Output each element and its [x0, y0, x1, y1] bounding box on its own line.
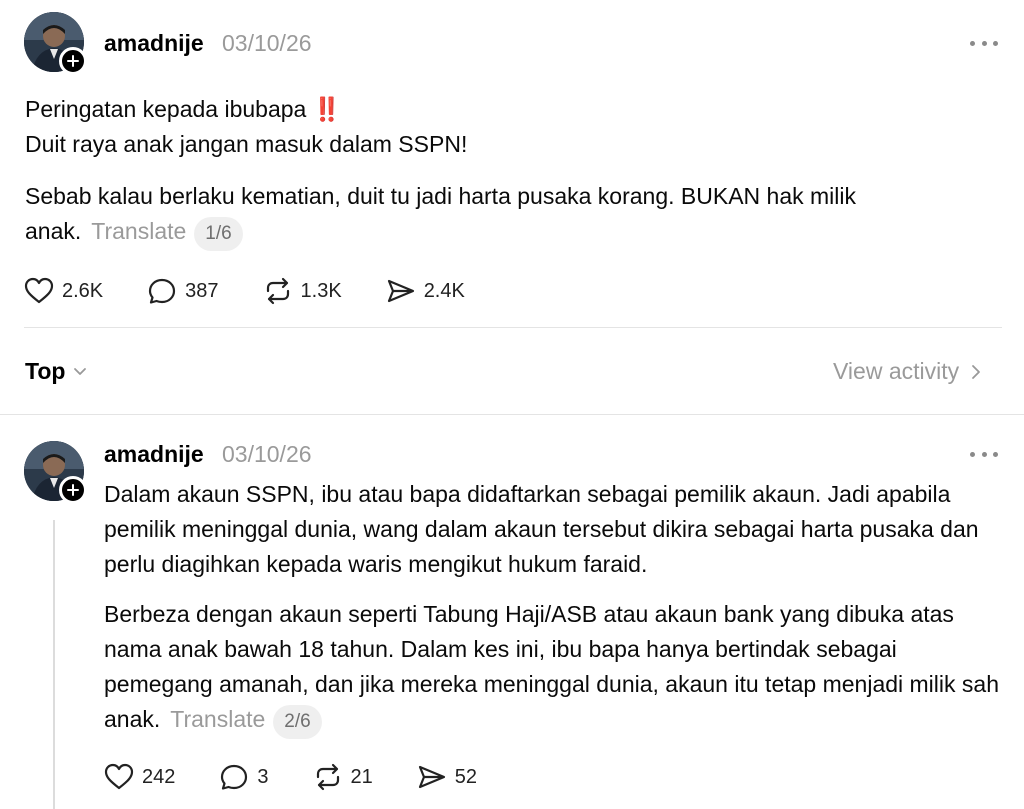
- comment-button[interactable]: 3: [219, 763, 269, 791]
- post-username[interactable]: amadnije: [104, 30, 204, 57]
- repost-count: 1.3K: [300, 279, 342, 302]
- share-button[interactable]: 2.4K: [386, 277, 465, 305]
- share-count: 2.4K: [423, 279, 465, 302]
- sort-label: Top: [25, 358, 66, 384]
- post-date: 03/10/26: [222, 30, 312, 56]
- view-activity-label: View activity: [833, 358, 960, 384]
- repost-button[interactable]: 21: [313, 763, 373, 791]
- send-icon: [387, 279, 414, 303]
- translate-link[interactable]: Translate: [91, 218, 186, 244]
- follow-plus-icon[interactable]: [59, 476, 87, 504]
- like-button[interactable]: 242: [104, 763, 175, 791]
- double-exclamation-icon: ‼️: [312, 96, 342, 122]
- post-paragraph: Sebab kalau berlaku kematian, duit tu ja…: [25, 179, 965, 251]
- more-options-icon[interactable]: [966, 31, 1002, 55]
- divider: [24, 327, 1002, 328]
- share-count: 52: [454, 765, 477, 788]
- like-count: 2.6K: [62, 279, 104, 302]
- more-options-icon[interactable]: [966, 442, 1002, 466]
- reply-date: 03/10/26: [222, 441, 312, 467]
- heart-icon: [104, 763, 134, 790]
- avatar[interactable]: [24, 12, 87, 75]
- comment-button[interactable]: 387: [147, 277, 219, 305]
- follow-plus-icon[interactable]: [59, 47, 87, 75]
- post-line-1: Peringatan kepada ibubapa: [25, 96, 307, 122]
- heart-icon: [24, 277, 54, 304]
- share-button[interactable]: 52: [417, 763, 477, 791]
- post-line-2: Duit raya anak jangan masuk dalam SSPN!: [25, 131, 468, 157]
- like-button[interactable]: 2.6K: [24, 277, 103, 305]
- comment-count: 3: [257, 765, 269, 788]
- reply-actions: 242 3 21 52: [104, 763, 521, 791]
- reply-paragraph-1: Dalam akaun SSPN, ibu atau bapa didaftar…: [104, 481, 979, 577]
- post-body: Peringatan kepada ibubapa ‼️ Duit raya a…: [25, 92, 985, 162]
- page-indicator: 1/6: [194, 217, 243, 251]
- repost-icon: [316, 763, 339, 791]
- like-count: 242: [142, 765, 176, 788]
- post-actions: 2.6K 387 1.3K 2.4K: [24, 277, 509, 305]
- reply-username[interactable]: amadnije: [104, 441, 204, 468]
- send-icon: [418, 765, 445, 789]
- view-activity-link[interactable]: View activity: [833, 358, 981, 385]
- thread-line: [53, 520, 55, 809]
- sort-dropdown[interactable]: Top: [25, 358, 87, 385]
- comment-icon: [221, 764, 248, 790]
- translate-link[interactable]: Translate: [170, 706, 265, 732]
- chevron-down-icon: [74, 367, 87, 375]
- reply-paragraph-2: Berbeza dengan akaun seperti Tabung Haji…: [104, 597, 999, 739]
- thread-page: amadnije 03/10/26 Peringatan kepada ibub…: [0, 0, 1024, 809]
- comment-count: 387: [185, 279, 219, 302]
- comment-icon: [149, 278, 176, 304]
- repost-button[interactable]: 1.3K: [263, 277, 342, 305]
- repost-count: 21: [350, 765, 373, 788]
- reply-avatar[interactable]: [24, 441, 87, 504]
- section-divider: [0, 414, 1024, 415]
- repost-icon: [266, 277, 289, 305]
- chevron-right-icon: [972, 364, 981, 379]
- page-indicator: 2/6: [273, 705, 322, 739]
